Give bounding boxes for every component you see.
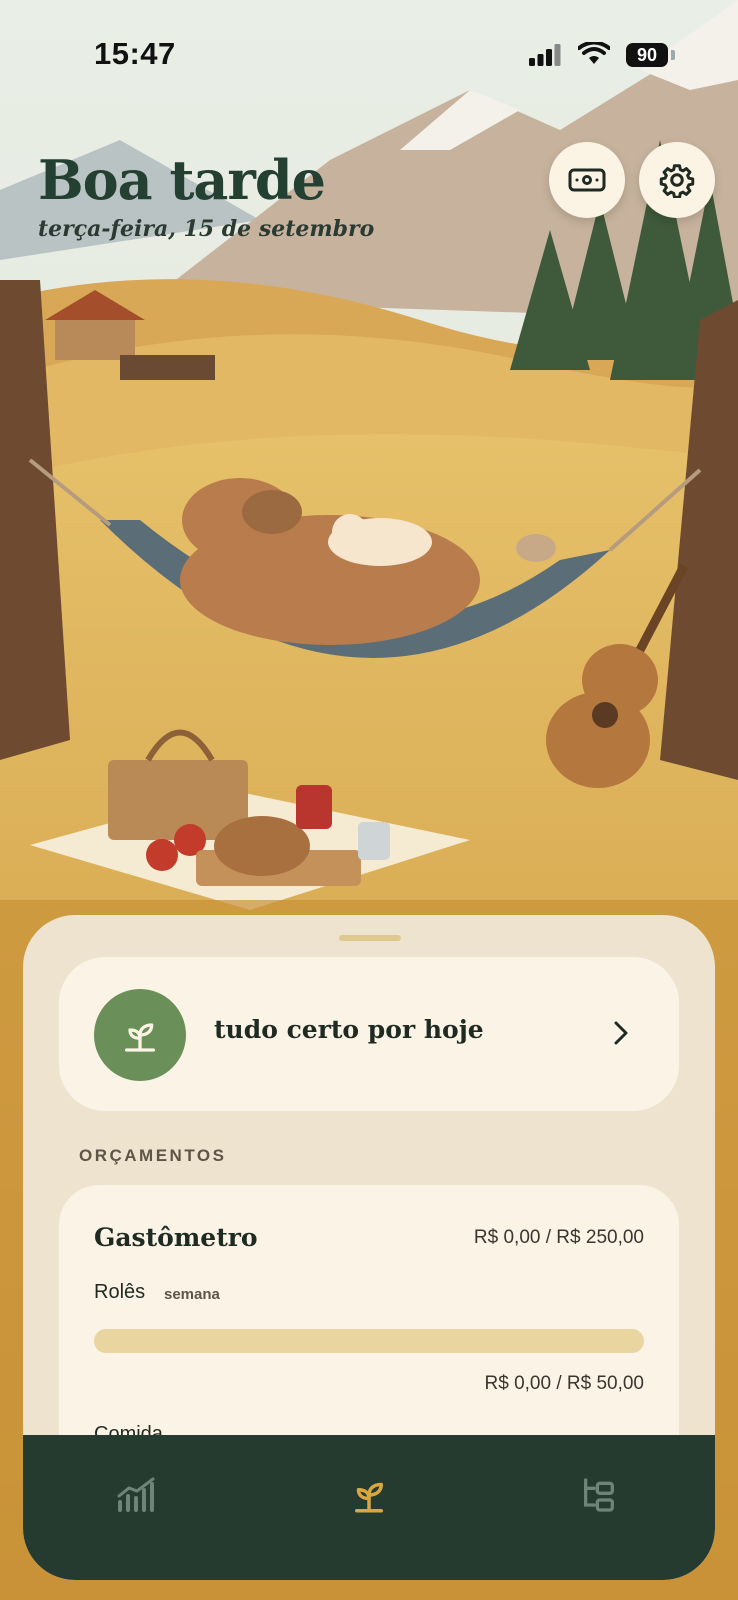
status-message: tudo certo por hoje xyxy=(214,1015,484,1044)
bottom-navigation xyxy=(23,1435,715,1580)
category-name: Rolês xyxy=(94,1281,146,1303)
daily-status-card[interactable]: tudo certo por hoje xyxy=(59,957,679,1111)
sprout-icon xyxy=(125,1023,155,1052)
budget-total: R$ 0,00 / R$ 250,00 xyxy=(473,1227,644,1248)
budget-title: Gastômetro xyxy=(94,1223,258,1252)
battery-tip xyxy=(671,50,675,60)
category-progress-bar xyxy=(94,1329,644,1353)
date-subtitle: terça-feira, 15 de setembro xyxy=(38,216,375,242)
nav-item-charts[interactable] xyxy=(107,1465,167,1525)
category-amount: R$ 0,00 / R$ 50,00 xyxy=(484,1373,645,1394)
chevron-right-icon xyxy=(614,1021,628,1045)
money-icon xyxy=(568,168,606,192)
gear-icon xyxy=(659,164,695,198)
signal-icon xyxy=(529,44,561,66)
bottom-sheet: tudo certo por hoje ORÇAMENTOS Gastômetr… xyxy=(23,915,715,1580)
categories-icon xyxy=(584,1478,614,1512)
wifi-icon xyxy=(578,42,610,64)
nav-item-home[interactable] xyxy=(339,1465,399,1525)
battery-indicator: 90 xyxy=(626,43,668,67)
status-bar: 15:47 90 xyxy=(0,0,738,100)
money-button[interactable] xyxy=(549,142,625,218)
budgets-section-label: ORÇAMENTOS xyxy=(79,1146,227,1165)
sheet-handle[interactable] xyxy=(339,935,401,941)
sprout-icon xyxy=(355,1482,383,1513)
nav-item-categories[interactable] xyxy=(569,1465,629,1525)
status-time: 15:47 xyxy=(94,36,176,71)
status-icon-circle xyxy=(94,989,186,1081)
greeting-title: Boa tarde xyxy=(38,148,326,212)
settings-button[interactable] xyxy=(639,142,715,218)
chart-icon xyxy=(117,1477,155,1512)
category-period: semana xyxy=(164,1286,220,1303)
